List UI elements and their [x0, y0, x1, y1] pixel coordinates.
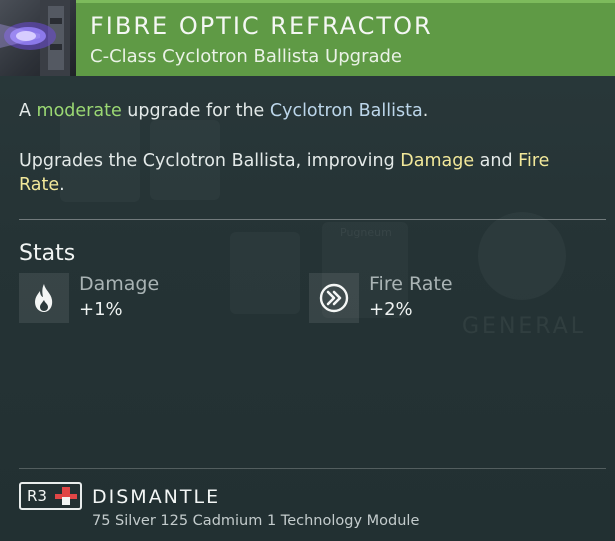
- quality-highlight: moderate: [36, 101, 122, 121]
- description-line-1: A moderate upgrade for the Cyclotron Bal…: [19, 99, 599, 123]
- description-text: upgrade for the: [121, 101, 270, 121]
- target-highlight: Cyclotron Ballista: [269, 101, 423, 121]
- item-header: FIBRE OPTIC REFRACTOR C-Class Cyclotron …: [0, 0, 615, 76]
- stat-label-damage: Damage: [79, 273, 160, 295]
- background-tile: [230, 232, 300, 314]
- description-text: .: [59, 175, 65, 195]
- key-label: R3: [27, 487, 47, 505]
- header-accent-line: [0, 0, 615, 3]
- item-subtitle: C-Class Cyclotron Ballista Upgrade: [90, 46, 403, 67]
- section-divider: [19, 219, 606, 220]
- background-tile-label: Pugneum: [340, 226, 392, 239]
- description-text: A: [19, 101, 37, 121]
- item-title: FIBRE OPTIC REFRACTOR: [90, 12, 433, 40]
- tooltip-panel: Pugneum GENERAL FIBRE OPTIC REFRACTOR C-…: [0, 0, 615, 541]
- stat-label-fire-rate: Fire Rate: [369, 273, 453, 295]
- description-text: .: [422, 101, 429, 121]
- description-line-2: Upgrades the Cyclotron Ballista, improvi…: [19, 149, 599, 197]
- dismantle-icon: [55, 487, 77, 505]
- stats-heading: Stats: [19, 241, 76, 266]
- description-text: and: [474, 151, 519, 171]
- dismantle-button[interactable]: DISMANTLE: [92, 486, 220, 508]
- background-gear-icon: [478, 212, 566, 300]
- stat-value-damage: +1%: [79, 299, 123, 320]
- stat-value-fire-rate: +2%: [369, 299, 413, 320]
- description-text: Upgrades the Cyclotron Ballista, improvi…: [19, 151, 401, 171]
- background-category-label: GENERAL: [462, 314, 587, 339]
- dismantle-yield: 75 Silver 125 Cadmium 1 Technology Modul…: [92, 513, 420, 529]
- fire-rate-chevrons-icon: [309, 273, 359, 323]
- flame-icon: [19, 273, 69, 323]
- dismantle-key-prompt[interactable]: R3: [19, 482, 82, 510]
- stat-highlight-damage: Damage: [400, 151, 475, 171]
- section-divider: [19, 468, 606, 469]
- item-thumbnail-icon: [0, 0, 76, 76]
